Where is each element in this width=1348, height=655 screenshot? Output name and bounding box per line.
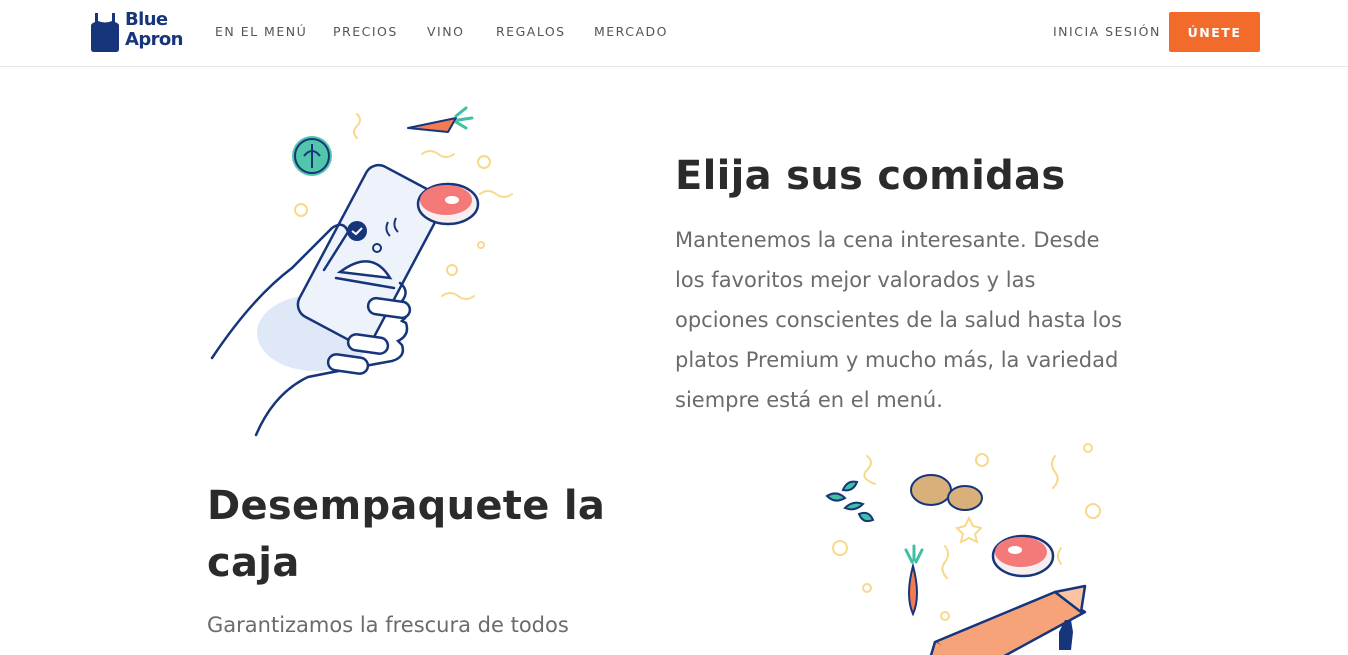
login-link[interactable]: INICIA SESIÓN (1053, 24, 1161, 39)
section-body-unpack-box: Garantizamos la frescura de todos (207, 613, 569, 637)
join-button[interactable]: ÚNETE (1169, 12, 1260, 52)
section-title-choose-meals: Elija sus comidas (675, 153, 1066, 199)
section-body-choose-meals: Mantenemos la cena interesante. Desde lo… (675, 228, 1123, 412)
brand-line-2: Apron (125, 29, 183, 50)
section-title-unpack-box: Desempaquete la caja (207, 483, 606, 586)
site-header: Blue Apron EN EL MENÚ PRECIOS VINO REGAL… (0, 0, 1348, 67)
open-box-ingredients-icon (825, 443, 1101, 655)
blue-apron-logo[interactable]: Blue Apron (89, 9, 189, 55)
apron-icon (91, 13, 119, 52)
nav-item-wine[interactable]: VINO (427, 24, 464, 39)
nav-item-gifts[interactable]: REGALOS (496, 24, 566, 39)
nav-item-menu[interactable]: EN EL MENÚ (215, 24, 307, 39)
brand-line-1: Blue (125, 9, 168, 30)
phone-hand-icon (210, 106, 513, 437)
nav-item-market[interactable]: MERCADO (594, 24, 668, 39)
nav-item-pricing[interactable]: PRECIOS (333, 24, 398, 39)
brand-wordmark: Blue Apron (125, 10, 195, 50)
